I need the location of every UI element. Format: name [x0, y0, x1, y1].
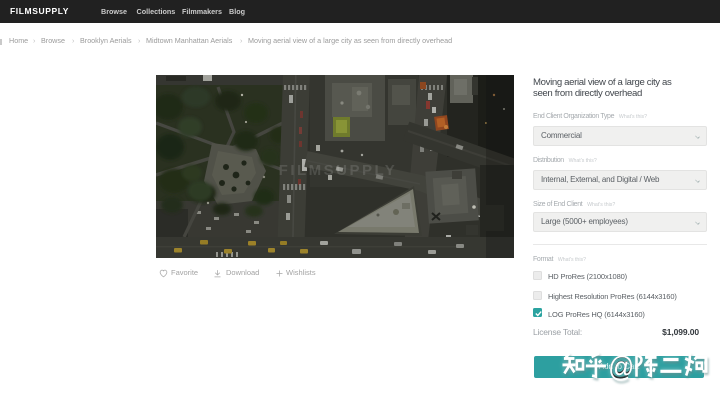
svg-text:FILMSUPPLY: FILMSUPPLY: [279, 162, 398, 179]
